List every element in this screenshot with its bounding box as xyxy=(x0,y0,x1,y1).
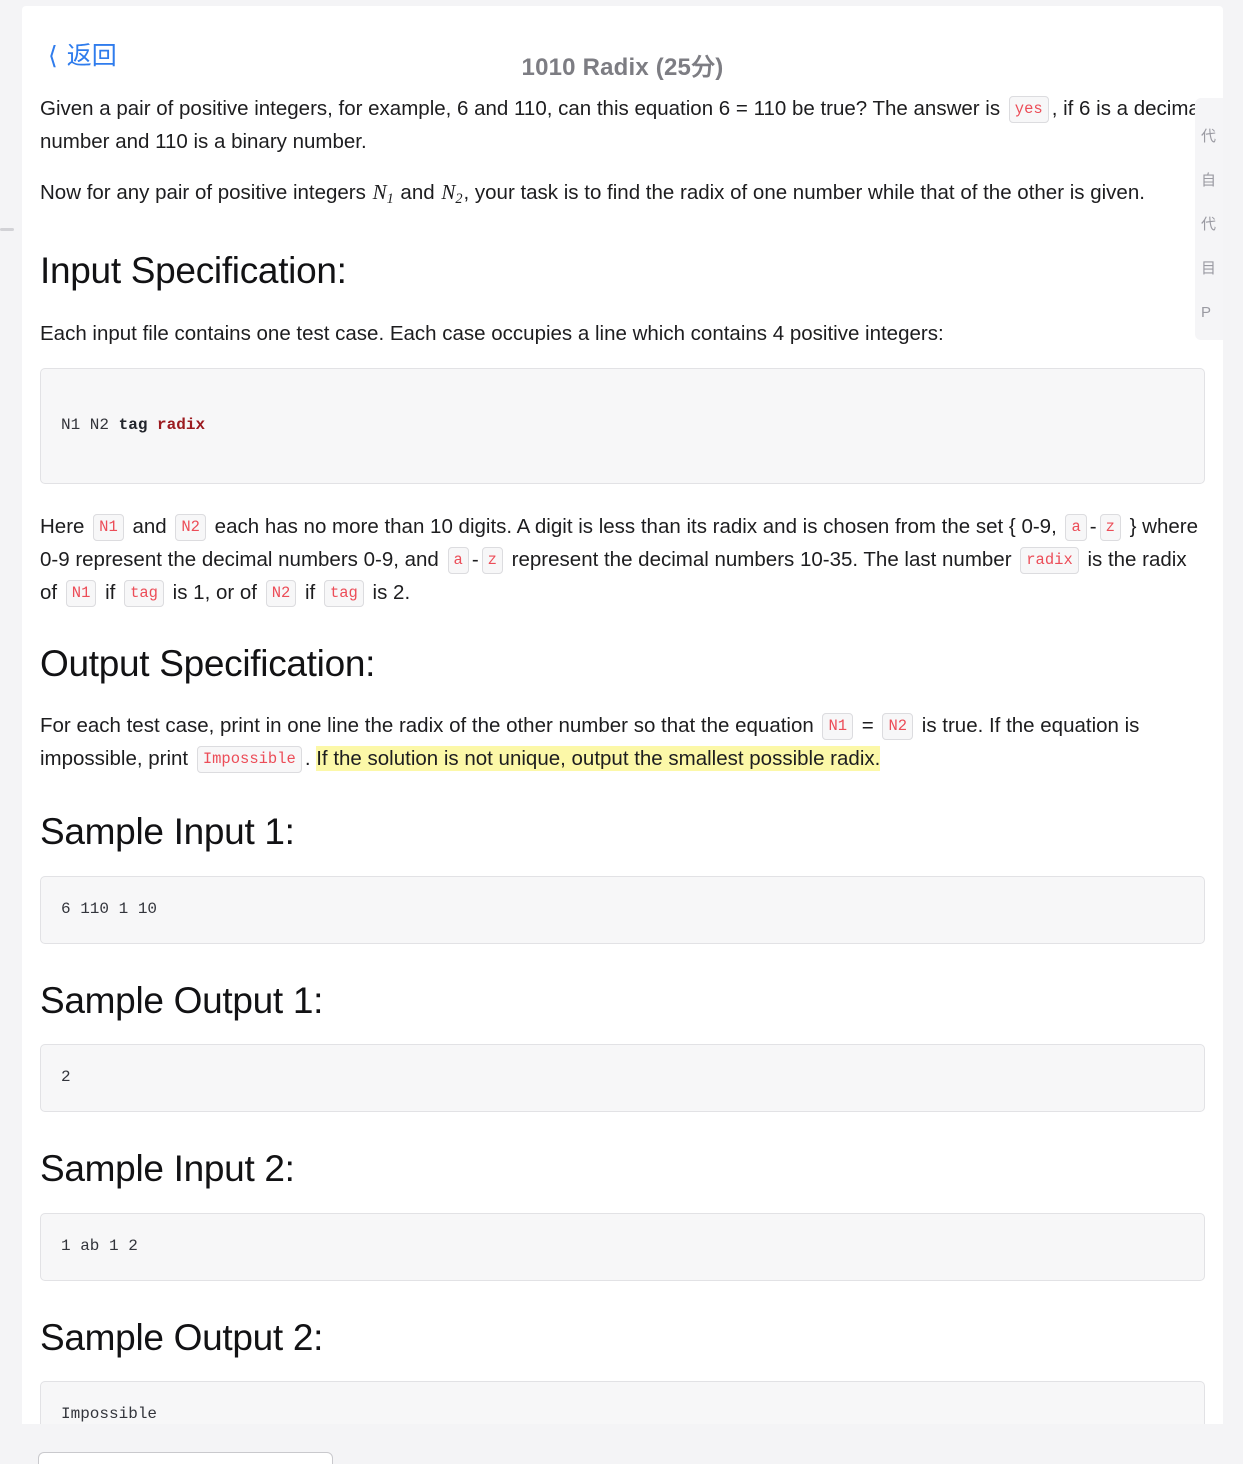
intro-text-2b: , your task is to find the radix of one … xyxy=(463,181,1145,204)
detail-text-9: if xyxy=(99,580,122,604)
left-gutter xyxy=(0,0,22,1464)
detail-text-1: Here xyxy=(40,514,91,538)
intro-text-1a: Given a pair of positive integers, for e… xyxy=(40,97,1006,120)
detail-text-3: each has no more than 10 digits. A digit… xyxy=(208,514,1063,538)
detail-text-6: - xyxy=(471,547,479,571)
input-spec-paragraph: Each input file contains one test case. … xyxy=(40,321,944,345)
side-panel-item[interactable]: 代 xyxy=(1195,202,1223,246)
problem-card: ⟨ 返回 1010 Radix (25分) Given a pair of po… xyxy=(22,6,1223,1464)
inline-code-n1-a: N1 xyxy=(93,513,124,541)
code-block-sample-output-1: 2 xyxy=(40,1044,1205,1113)
inline-code-radix: radix xyxy=(1020,546,1079,574)
problem-content: Given a pair of positive integers, for e… xyxy=(22,92,1223,1450)
code-token-radix: radix xyxy=(157,415,206,434)
heading-sample-output-2: Sample Output 2: xyxy=(40,1316,324,1358)
code-block-sample-input-1: 6 110 1 10 xyxy=(40,875,1205,944)
inline-code-n1-b: N1 xyxy=(65,579,97,607)
intro-paragraph-1: Given a pair of positive integers, for e… xyxy=(40,92,1205,158)
footer-input-box[interactable] xyxy=(38,1452,333,1464)
intro-text-2a: Now for any pair of positive integers xyxy=(40,181,372,204)
math-n1-base: N xyxy=(372,180,387,204)
inline-code-n2-a: N2 xyxy=(175,513,206,541)
heading-sample-input-2: Sample Input 2: xyxy=(40,1148,295,1190)
scroll-indicator[interactable] xyxy=(0,228,14,231)
detail-text-7: represent the decimal numbers 10-35. The… xyxy=(505,547,1018,571)
detail-text-12: is 2. xyxy=(366,580,411,604)
inline-code-a-1: a xyxy=(1065,513,1087,541)
inline-code-yes: yes xyxy=(1008,96,1049,123)
output-text-1: For each test case, print in one line th… xyxy=(40,714,820,738)
side-panel[interactable]: 代 自 代 目 P xyxy=(1195,98,1223,340)
side-panel-item[interactable]: 代 xyxy=(1195,114,1223,158)
code-token-tag: tag xyxy=(118,415,148,434)
inline-code-n2-c: N2 xyxy=(882,713,914,741)
inline-code-tag-2: tag xyxy=(323,579,364,607)
heading-output-specification: Output Specification: xyxy=(40,642,376,684)
code-token-plain: N1 N2 xyxy=(61,415,119,434)
detail-text-2: and xyxy=(126,514,173,538)
output-equals-sign: = xyxy=(856,714,880,738)
math-n1: N1 xyxy=(372,180,395,207)
inline-code-a-2: a xyxy=(447,546,469,574)
intro-text-2mid: and xyxy=(394,181,441,204)
math-n1-sub: 1 xyxy=(386,190,394,207)
detail-text-4: - xyxy=(1089,514,1097,538)
math-n2-sub: 2 xyxy=(455,190,463,207)
output-text-3: . xyxy=(304,747,317,771)
inline-code-n2-b: N2 xyxy=(265,579,297,607)
side-panel-item[interactable]: 自 xyxy=(1195,158,1223,202)
page-title: 1010 Radix (25分) xyxy=(521,54,724,81)
side-panel-item[interactable]: P xyxy=(1195,290,1223,334)
code-block-sample-input-2: 1 ab 1 2 xyxy=(40,1212,1205,1281)
math-n2: N2 xyxy=(440,180,463,207)
code-block-input-format: N1 N2 tag radix xyxy=(40,367,1205,484)
intro-paragraph-2: Now for any pair of positive integers N1… xyxy=(40,176,1205,216)
output-spec-paragraph: For each test case, print in one line th… xyxy=(40,709,1205,775)
inline-code-n1-c: N1 xyxy=(822,713,854,741)
inline-code-z-1: z xyxy=(1099,513,1121,541)
inline-code-z-2: z xyxy=(481,546,503,574)
math-n2-base: N xyxy=(441,180,456,204)
heading-input-specification: Input Specification: xyxy=(40,249,347,291)
input-spec-detail-paragraph: Here N1 and N2 each has no more than 10 … xyxy=(40,510,1205,609)
highlighted-note: If the solution is not unique, output th… xyxy=(316,746,881,772)
inline-code-tag-1: tag xyxy=(124,579,164,607)
side-panel-item[interactable]: 目 xyxy=(1195,246,1223,290)
heading-sample-output-1: Sample Output 1: xyxy=(40,979,324,1021)
page-header: ⟨ 返回 1010 Radix (25分) xyxy=(22,6,1223,92)
inline-code-impossible: Impossible xyxy=(196,746,302,774)
detail-text-10: is 1, or of xyxy=(166,580,263,604)
problem-page: ⟨ 返回 1010 Radix (25分) Given a pair of po… xyxy=(0,0,1243,1464)
detail-text-11: if xyxy=(299,580,321,604)
heading-sample-input-1: Sample Input 1: xyxy=(40,811,295,853)
